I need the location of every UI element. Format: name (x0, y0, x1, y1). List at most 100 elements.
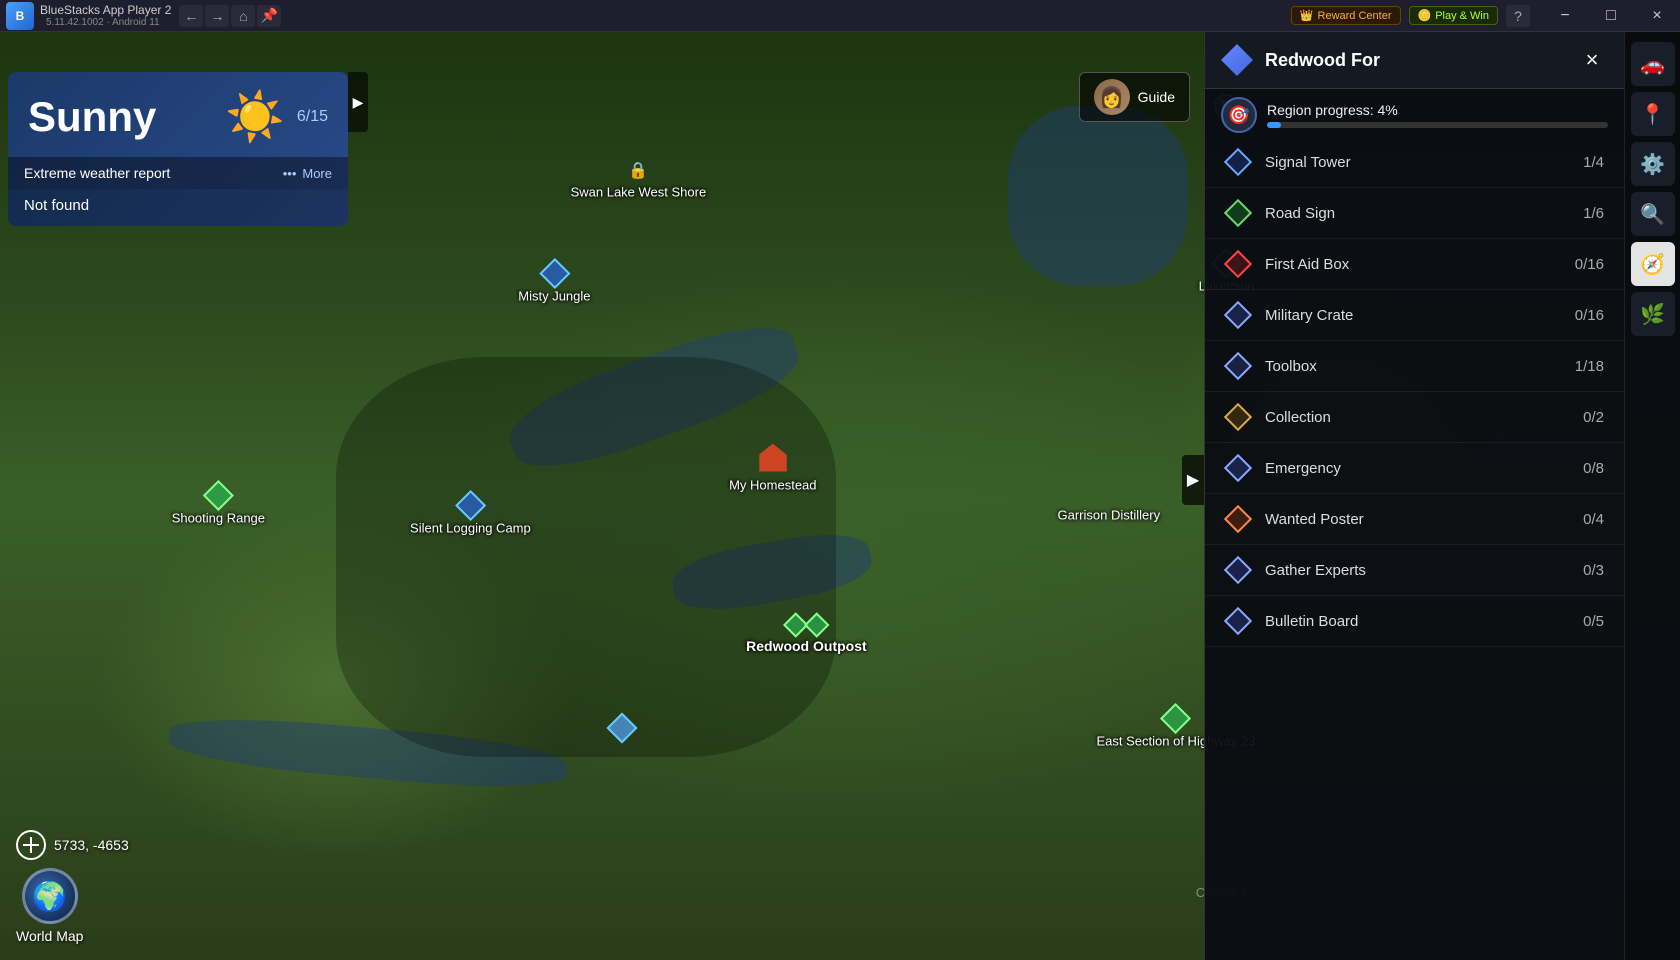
my-homestead-label: My Homestead (729, 478, 816, 493)
progress-text: Region progress: 4% (1267, 102, 1608, 118)
redwood-icons (787, 616, 826, 634)
weather-condition: Sunny (28, 93, 213, 141)
list-item-collection[interactable]: Collection 0/2 (1205, 392, 1624, 443)
dots-icon: ••• (283, 166, 297, 181)
road-sign-name: Road Sign (1265, 205, 1569, 222)
toolbox-count: 1/18 (1575, 358, 1604, 375)
nav-home-button[interactable]: ⌂ (231, 5, 255, 27)
gather-experts-count: 0/3 (1583, 562, 1604, 579)
location-swan-lake[interactable]: 🔒 Swan Lake West Shore (571, 161, 707, 200)
misty-jungle-label: Misty Jungle (518, 288, 590, 303)
search-button[interactable]: 🔍 (1631, 192, 1675, 236)
compass-button[interactable]: 🧭 (1631, 242, 1675, 286)
weather-footer: Extreme weather report ••• More (8, 157, 348, 189)
weather-main: Sunny ☀️ 6/15 (8, 72, 348, 157)
world-map-button[interactable]: 🌍 World Map (16, 868, 83, 944)
maximize-button[interactable]: □ (1588, 0, 1634, 32)
list-item-signal-tower[interactable]: Signal Tower 1/4 (1205, 137, 1624, 188)
titlebar: B BlueStacks App Player 2 5.11.42.1002 ·… (0, 0, 1680, 32)
guide-avatar: 👩 (1094, 79, 1130, 115)
compass-icon: 🧭 (1640, 252, 1665, 277)
list-item-toolbox[interactable]: Toolbox 1/18 (1205, 341, 1624, 392)
close-button[interactable]: × (1634, 0, 1680, 32)
window-controls: − □ × (1542, 0, 1680, 32)
region-title: Redwood For (1265, 50, 1564, 71)
progress-icon: 🎯 (1221, 97, 1257, 133)
gather-experts-icon (1225, 557, 1251, 583)
settings-button[interactable]: ⚙️ (1631, 142, 1675, 186)
toolbox-icon (1225, 353, 1251, 379)
gather-experts-name: Gather Experts (1265, 562, 1569, 579)
coin-icon: 🪙 (1418, 9, 1432, 22)
right-panel-header: Redwood For × (1205, 32, 1624, 89)
road-sign-icon (1225, 200, 1251, 226)
map-pin-button[interactable]: 📍 (1631, 92, 1675, 136)
shooting-range-label: Shooting Range (172, 511, 265, 526)
list-item-emergency[interactable]: Emergency 0/8 (1205, 443, 1624, 494)
bulletin-board-name: Bulletin Board (1265, 613, 1569, 630)
more-button[interactable]: ••• More (283, 166, 332, 181)
items-list: Signal Tower 1/4 Road Sign 1/6 First Aid… (1205, 137, 1624, 960)
list-item-first-aid[interactable]: First Aid Box 0/16 (1205, 239, 1624, 290)
chevron-left-icon: ▶ (1187, 470, 1199, 490)
collapse-arrow[interactable]: ▶ (348, 72, 368, 132)
location-garrison[interactable]: Garrison Distillery (1058, 507, 1161, 522)
bulletin-board-icon (1225, 608, 1251, 634)
minimize-button[interactable]: − (1542, 0, 1588, 32)
redwood-outpost-label: Redwood Outpost (746, 638, 867, 654)
progress-bar-fill (1267, 122, 1281, 128)
vehicle-button[interactable]: 🚗 (1631, 42, 1675, 86)
extreme-weather-label: Extreme weather report (24, 165, 170, 181)
progress-row: 🎯 Region progress: 4% (1205, 89, 1624, 137)
panel-collapse-button[interactable]: ▶ (1182, 455, 1204, 505)
homestead-icon (759, 444, 787, 472)
close-panel-button[interactable]: × (1576, 44, 1608, 76)
not-found-label: Not found (24, 197, 89, 214)
region-icon (1221, 44, 1253, 76)
signal-bottom-icon (606, 712, 637, 743)
swan-lake-label: Swan Lake West Shore (571, 185, 707, 200)
help-button[interactable]: ? (1506, 5, 1530, 27)
list-item-bulletin-board[interactable]: Bulletin Board 0/5 (1205, 596, 1624, 647)
nav-pin-button[interactable]: 📌 (257, 5, 281, 27)
toolbox-name: Toolbox (1265, 358, 1561, 375)
crosshair-icon (16, 830, 46, 860)
list-item-wanted-poster[interactable]: Wanted Poster 0/4 (1205, 494, 1624, 545)
lock-icon: 🔒 (628, 161, 648, 181)
military-crate-name: Military Crate (1265, 307, 1561, 324)
nav-back-button[interactable]: ← (179, 5, 203, 27)
road-sign-count: 1/6 (1583, 205, 1604, 222)
first-aid-name: First Aid Box (1265, 256, 1561, 273)
progress-bar-wrap: Region progress: 4% (1267, 102, 1608, 128)
list-item-gather-experts[interactable]: Gather Experts 0/3 (1205, 545, 1624, 596)
far-right-toolbar: 🚗 📍 ⚙️ 🔍 🧭 🌿 (1624, 32, 1680, 960)
bottom-left: 5733, -4653 🌍 World Map (16, 830, 129, 944)
location-misty-jungle[interactable]: Misty Jungle (518, 262, 590, 303)
reward-center-button[interactable]: 👑 Reward Center (1291, 6, 1401, 25)
weather-not-found: Not found (8, 189, 348, 226)
misty-jungle-icon (539, 257, 570, 288)
coord-text: 5733, -4653 (54, 837, 129, 853)
signal-tower-icon (1225, 149, 1251, 175)
nav-forward-button[interactable]: → (205, 5, 229, 27)
silent-logging-label: Silent Logging Camp (410, 520, 531, 535)
play-win-button[interactable]: 🪙 Play & Win (1409, 6, 1499, 25)
more-label: More (302, 166, 332, 181)
map-pin-icon: 📍 (1640, 102, 1665, 127)
signal-bottom[interactable] (611, 717, 633, 739)
lake-1 (1008, 106, 1188, 286)
location-my-homestead[interactable]: My Homestead (729, 444, 816, 493)
location-silent-logging[interactable]: Silent Logging Camp (410, 494, 531, 535)
settings-icon: ⚙️ (1640, 152, 1665, 177)
world-map-label: World Map (16, 928, 83, 944)
location-redwood-outpost[interactable]: Redwood Outpost (746, 616, 867, 654)
list-item-military-crate[interactable]: Military Crate 0/16 (1205, 290, 1624, 341)
list-item-road-sign[interactable]: Road Sign 1/6 (1205, 188, 1624, 239)
app-version: 5.11.42.1002 · Android 11 (46, 17, 171, 28)
leaf-button[interactable]: 🌿 (1631, 292, 1675, 336)
garrison-label: Garrison Distillery (1058, 507, 1161, 522)
guide-button[interactable]: 👩 Guide (1079, 72, 1190, 122)
collection-count: 0/2 (1583, 409, 1604, 426)
location-shooting-range[interactable]: Shooting Range (172, 485, 265, 526)
right-panel: Redwood For × 🎯 Region progress: 4% Sign… (1204, 32, 1624, 960)
